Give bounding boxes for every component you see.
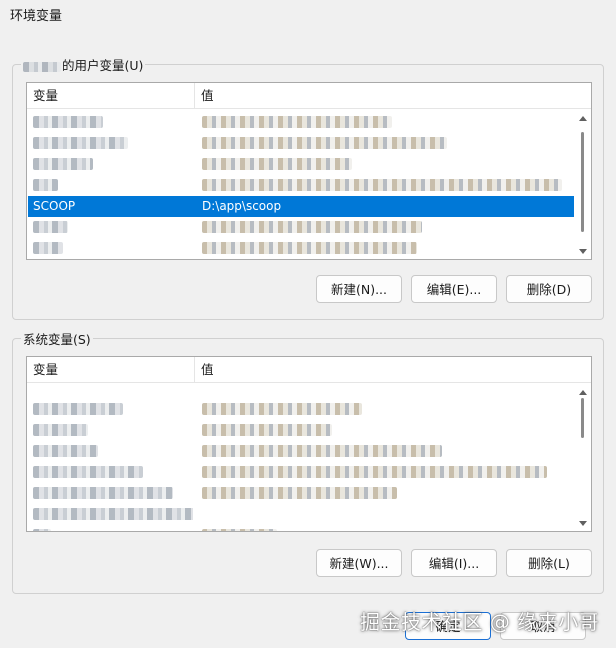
redacted-variable-value <box>202 462 572 485</box>
variable-name: SCOOP <box>33 199 76 213</box>
table-row[interactable] <box>28 462 574 483</box>
table-row[interactable]: SCOOP D:\app\scoop <box>28 196 574 217</box>
table-row[interactable] <box>28 175 574 196</box>
table-row[interactable] <box>28 504 574 525</box>
user-list-scrollbar[interactable] <box>575 110 591 259</box>
redacted-variable-value <box>202 259 572 260</box>
column-header-variable[interactable]: 变量 <box>27 357 195 383</box>
user-variables-label: 的用户变量(U) <box>21 55 146 74</box>
table-row[interactable] <box>28 259 574 260</box>
system-edit-button[interactable]: 编辑(I)... <box>411 549 497 577</box>
table-row[interactable] <box>28 112 574 133</box>
table-row[interactable] <box>28 238 574 259</box>
user-variables-group: 的用户变量(U) 变量 值 SCOOP D:\app\scoop 新建(N)...… <box>12 55 604 320</box>
redacted-variable-name <box>33 399 193 422</box>
window-title: 环境变量 <box>10 9 63 24</box>
redacted-variable-name <box>33 504 193 527</box>
column-header-value[interactable]: 值 <box>195 83 575 109</box>
table-row[interactable] <box>28 441 574 462</box>
redacted-variable-value <box>202 112 572 135</box>
table-row[interactable] <box>28 154 574 175</box>
user-delete-button[interactable]: 删除(D) <box>506 275 592 303</box>
user-variables-label-text: 的用户变量(U) <box>62 58 144 73</box>
column-header-value[interactable]: 值 <box>195 357 575 383</box>
redacted-variable-value <box>202 525 572 531</box>
table-row[interactable] <box>28 399 574 420</box>
system-variables-list[interactable]: 变量 值 <box>26 356 592 532</box>
table-row[interactable] <box>28 483 574 504</box>
user-edit-button[interactable]: 编辑(E)... <box>411 275 497 303</box>
column-header-variable[interactable]: 变量 <box>27 83 195 109</box>
redacted-variable-value <box>202 154 572 177</box>
redacted-variable-name <box>33 462 193 485</box>
scroll-up-icon[interactable] <box>579 390 587 395</box>
redacted-variable-name <box>33 483 193 506</box>
redacted-variable-name <box>33 217 193 240</box>
redacted-variable-name <box>33 238 193 259</box>
scroll-down-icon[interactable] <box>579 521 587 526</box>
redacted-variable-name <box>33 133 193 156</box>
redacted-variable-value <box>202 399 572 422</box>
redacted-variable-name <box>33 441 193 464</box>
watermark-text: 掘金技术社区 @ 缘来小哥 <box>360 610 600 634</box>
system-list-scrollbar[interactable] <box>575 384 591 531</box>
list-header: 变量 值 <box>27 357 591 383</box>
table-row[interactable] <box>28 217 574 238</box>
table-row[interactable] <box>28 525 574 531</box>
system-variables-group: 系统变量(S) 变量 值 新建(W)... 编辑(I)... 删除(L) <box>12 329 604 594</box>
redacted-variable-value <box>202 133 572 156</box>
redacted-username <box>23 62 61 72</box>
system-new-button[interactable]: 新建(W)... <box>316 549 402 577</box>
table-row[interactable] <box>28 420 574 441</box>
redacted-variable-name <box>33 175 193 198</box>
variable-value: D:\app\scoop <box>202 199 282 213</box>
redacted-variable-name <box>33 154 193 177</box>
redacted-variable-name <box>33 525 193 531</box>
system-delete-button[interactable]: 删除(L) <box>506 549 592 577</box>
user-variables-list[interactable]: 变量 值 SCOOP D:\app\scoop <box>26 82 592 260</box>
scroll-up-icon[interactable] <box>579 116 587 121</box>
table-row[interactable] <box>28 133 574 154</box>
scroll-thumb[interactable] <box>581 132 584 232</box>
redacted-variable-value <box>202 238 572 259</box>
system-variables-label: 系统变量(S) <box>21 329 93 348</box>
redacted-variable-value <box>202 217 572 240</box>
redacted-variable-value <box>202 175 572 198</box>
redacted-variable-name <box>33 112 193 135</box>
user-new-button[interactable]: 新建(N)... <box>316 275 402 303</box>
list-header: 变量 值 <box>27 83 591 109</box>
redacted-variable-value <box>202 420 572 443</box>
scroll-down-icon[interactable] <box>579 249 587 254</box>
redacted-variable-value <box>202 483 572 506</box>
redacted-variable-name <box>33 259 193 260</box>
scroll-thumb[interactable] <box>581 398 584 438</box>
redacted-variable-name <box>33 420 193 443</box>
redacted-variable-value <box>202 441 572 464</box>
